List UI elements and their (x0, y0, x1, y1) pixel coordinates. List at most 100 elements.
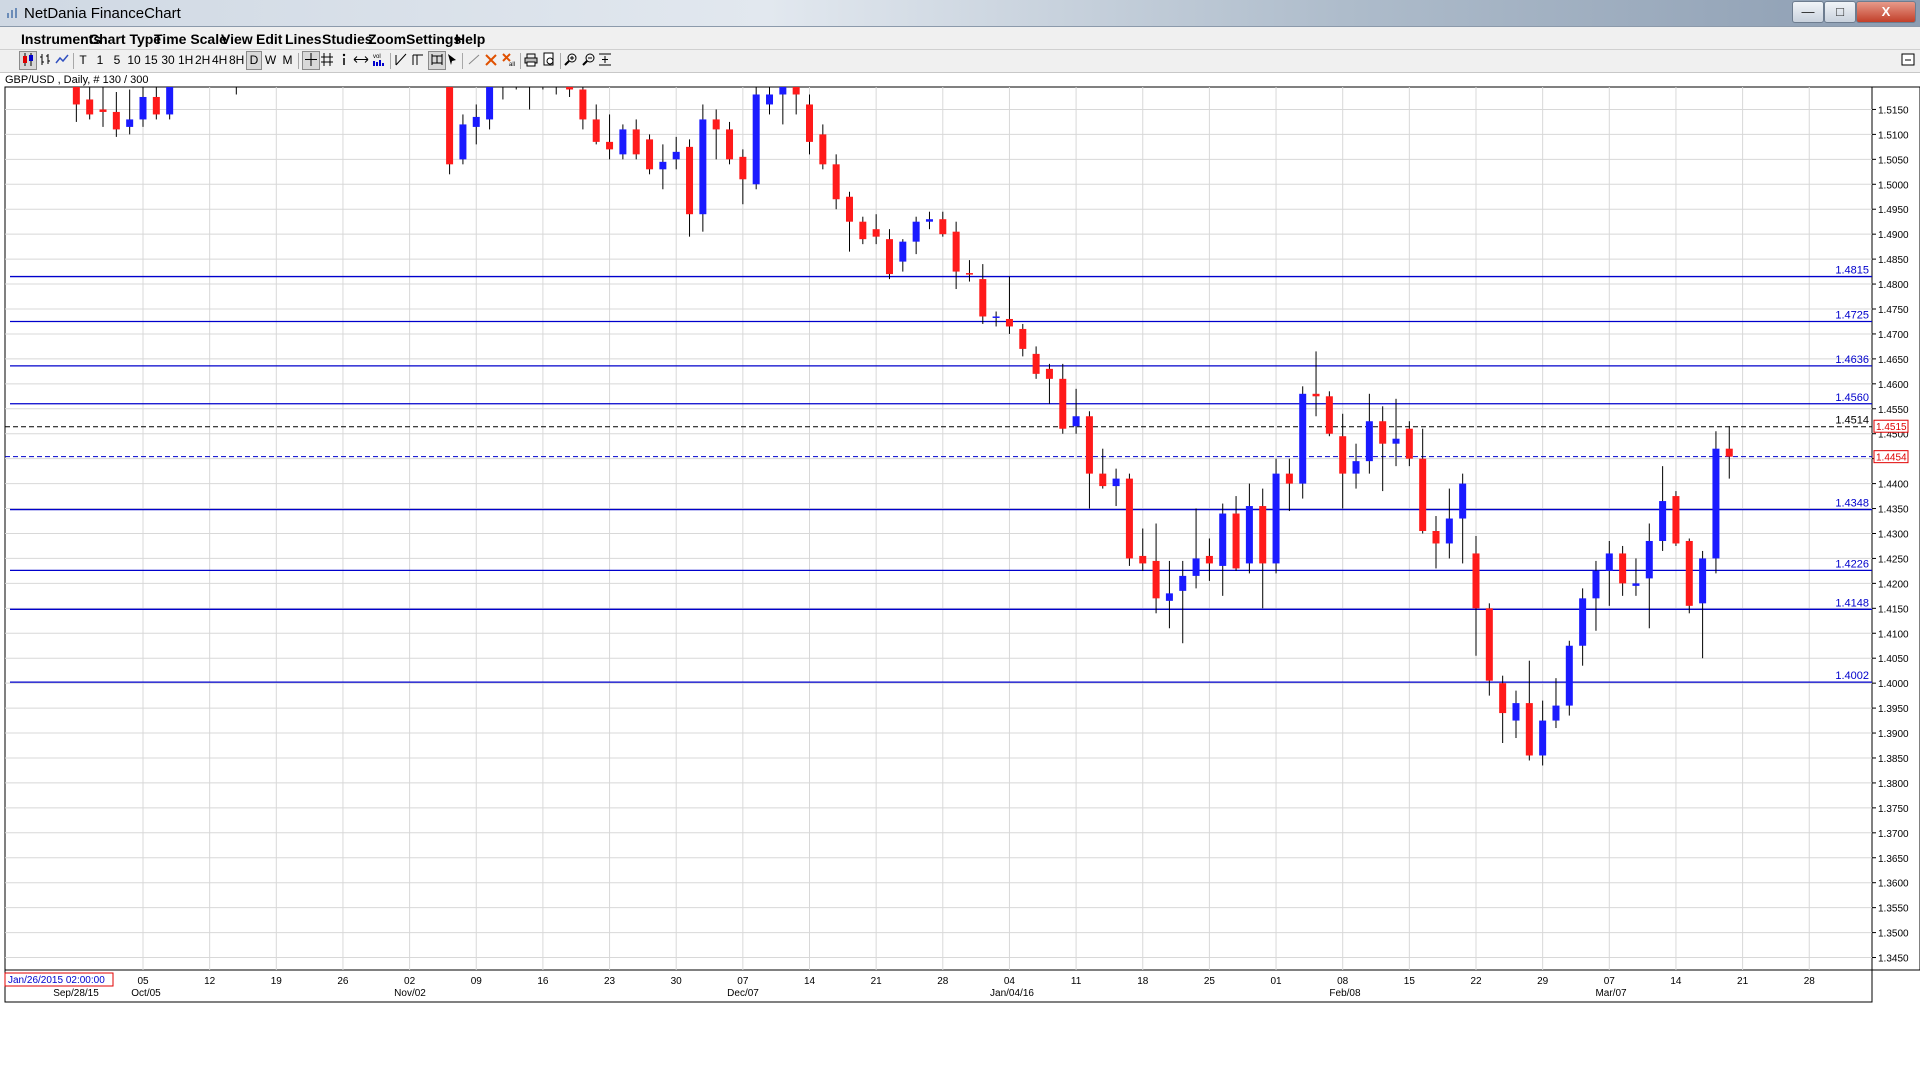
candle-body (72, 87, 80, 105)
candle-body (1539, 720, 1547, 756)
candle (539, 72, 546, 90)
candle-body (872, 229, 880, 237)
candle-body (1165, 593, 1173, 601)
y-tick-label: 1.4350 (1878, 505, 1909, 516)
candle-body (1632, 583, 1640, 586)
x-period-label: Sep/28/15 (53, 988, 99, 999)
candle-body (885, 239, 893, 275)
candle-body (1445, 518, 1453, 544)
x-day-label: 16 (537, 976, 549, 987)
cursor-date-label: Jan/26/2015 02:00:00 (8, 975, 105, 986)
y-tick-label: 1.4650 (1878, 355, 1909, 366)
candle-body (1552, 705, 1560, 721)
candle-body (1125, 478, 1133, 559)
x-day-label: 25 (1204, 976, 1216, 987)
y-tick-label: 1.3600 (1878, 879, 1909, 890)
candle-body (1152, 560, 1160, 599)
candle-body (1619, 553, 1627, 584)
candle-body (792, 87, 800, 95)
candle-body (1365, 421, 1373, 462)
candle (139, 87, 147, 127)
y-tick-label: 1.3450 (1878, 954, 1909, 965)
y-tick-label: 1.3550 (1878, 904, 1909, 915)
y-tick-label: 1.3650 (1878, 854, 1909, 865)
y-tick-label: 1.4900 (1878, 230, 1909, 241)
candle-body (1085, 416, 1093, 474)
x-period-label: Feb/08 (1329, 988, 1361, 999)
horizontal-line-label: 1.4636 (1835, 354, 1869, 366)
candle (1712, 431, 1720, 574)
candle-body (1112, 478, 1120, 487)
horizontal-line-label: 1.4815 (1835, 265, 1869, 277)
candle-body (166, 87, 174, 115)
candle (1299, 386, 1307, 499)
candle-body (539, 72, 546, 79)
y-tick-label: 1.3750 (1878, 804, 1909, 815)
y-tick-label: 1.3800 (1878, 779, 1909, 790)
y-tick-label: 1.3900 (1878, 729, 1909, 740)
candle-body (1299, 393, 1307, 484)
x-day-label: 12 (204, 976, 216, 987)
y-tick-label: 1.4100 (1878, 629, 1909, 640)
candle (1565, 640, 1573, 716)
x-day-label: 07 (1604, 976, 1616, 987)
candle-body (832, 164, 840, 200)
candle-body (766, 94, 774, 105)
candle-body (1072, 416, 1080, 427)
candle-body (632, 129, 640, 155)
candle-body (1259, 506, 1267, 564)
horizontal-line-label: 1.4725 (1835, 309, 1869, 321)
x-day-label: 18 (1137, 976, 1149, 987)
x-day-label: 21 (871, 976, 883, 987)
horizontal-line-label: 1.4002 (1835, 670, 1869, 682)
candle-body (646, 139, 654, 170)
candle-body (1725, 448, 1733, 457)
candle-body (699, 119, 707, 215)
candle-body (1699, 558, 1707, 604)
candle-body (686, 146, 694, 215)
candle-body (899, 241, 907, 262)
x-day-label: 19 (271, 976, 283, 987)
x-period-label: Oct/05 (131, 988, 161, 999)
candle-body (1499, 683, 1507, 714)
candle-body (126, 119, 134, 127)
y-tick-label: 1.5000 (1878, 180, 1909, 191)
candle-body (979, 279, 987, 317)
dashed-line-label: 1.4514 (1835, 415, 1869, 427)
price-chart[interactable]: 1.5150 1.5100 1.5050 1.5000 1.4950 1.4900 1.48… (0, 0, 1920, 1005)
candle-body (1405, 428, 1413, 459)
price-tag-label: 1.4515 (1876, 422, 1907, 433)
candle (152, 87, 160, 120)
candle-body (1325, 396, 1333, 434)
candle-body (486, 87, 494, 120)
candle-body (1512, 703, 1520, 721)
candle-body (152, 96, 160, 115)
candle-body (912, 221, 920, 242)
candle-body (139, 96, 147, 120)
x-day-label: 26 (337, 976, 349, 987)
candle-body (1099, 473, 1107, 487)
candle-body (446, 87, 454, 165)
x-period-label: Mar/07 (1595, 988, 1627, 999)
candle-body (619, 129, 627, 155)
candle-body (459, 124, 467, 160)
candle (433, 40, 440, 85)
y-tick-label: 1.4750 (1878, 305, 1909, 316)
candle-body (1712, 448, 1720, 559)
candle-body (845, 196, 853, 222)
candle (619, 124, 627, 160)
candle-body (1419, 458, 1427, 531)
candle (446, 87, 454, 175)
candle-body (579, 89, 587, 120)
candle-body (672, 151, 680, 160)
x-day-label: 11 (1071, 976, 1082, 987)
candle-body (1312, 393, 1320, 397)
x-day-label: 28 (937, 976, 949, 987)
candle-body (1685, 540, 1693, 606)
status-area (0, 1005, 1920, 1080)
x-day-label: 05 (137, 976, 149, 987)
horizontal-line-label: 1.4226 (1835, 558, 1869, 570)
candle-body (1592, 570, 1600, 599)
candle-body (965, 273, 973, 275)
y-tick-label: 1.5100 (1878, 130, 1909, 141)
